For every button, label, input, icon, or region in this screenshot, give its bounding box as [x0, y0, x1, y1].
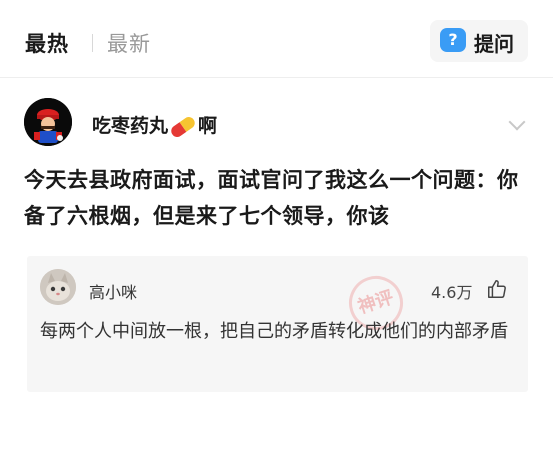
header-divider	[0, 77, 553, 78]
chevron-down-icon[interactable]	[508, 113, 526, 131]
comment-text: 每两个人中间放一根，把自己的矛盾转化成他们的内部矛盾	[40, 321, 508, 342]
author-avatar[interactable]	[24, 98, 72, 146]
author-name-suffix: 啊	[198, 115, 218, 137]
mario-avatar-icon	[24, 98, 72, 146]
post-content[interactable]: 今天去县政府面试，面试官问了我这么一个问题：你备了六根烟，但是来了七个领导，你该	[24, 162, 524, 234]
tab-divider	[92, 34, 93, 52]
thumbs-up-icon[interactable]	[486, 278, 508, 300]
comment-card[interactable]: 高小咪 神评 4.6万 每两个人中间放一根，把自己的矛盾转化成他们的内部矛盾	[27, 256, 528, 392]
author-name[interactable]: 吃枣药丸 啊	[92, 111, 218, 139]
question-icon: ?	[440, 28, 466, 52]
ask-button-label: 提问	[474, 32, 514, 56]
like-count: 4.6万	[431, 283, 473, 302]
pill-icon	[168, 114, 198, 139]
commenter-avatar[interactable]	[40, 269, 76, 305]
cat-avatar-icon	[40, 269, 76, 305]
top-bar: 最热 最新 ? 提问	[0, 0, 553, 78]
author-name-text: 吃枣药丸	[92, 115, 169, 137]
commenter-name[interactable]: 高小咪	[89, 279, 137, 303]
tab-hot[interactable]: 最热	[25, 28, 69, 58]
ask-question-button[interactable]: ? 提问	[430, 20, 528, 62]
tab-new[interactable]: 最新	[107, 28, 151, 58]
